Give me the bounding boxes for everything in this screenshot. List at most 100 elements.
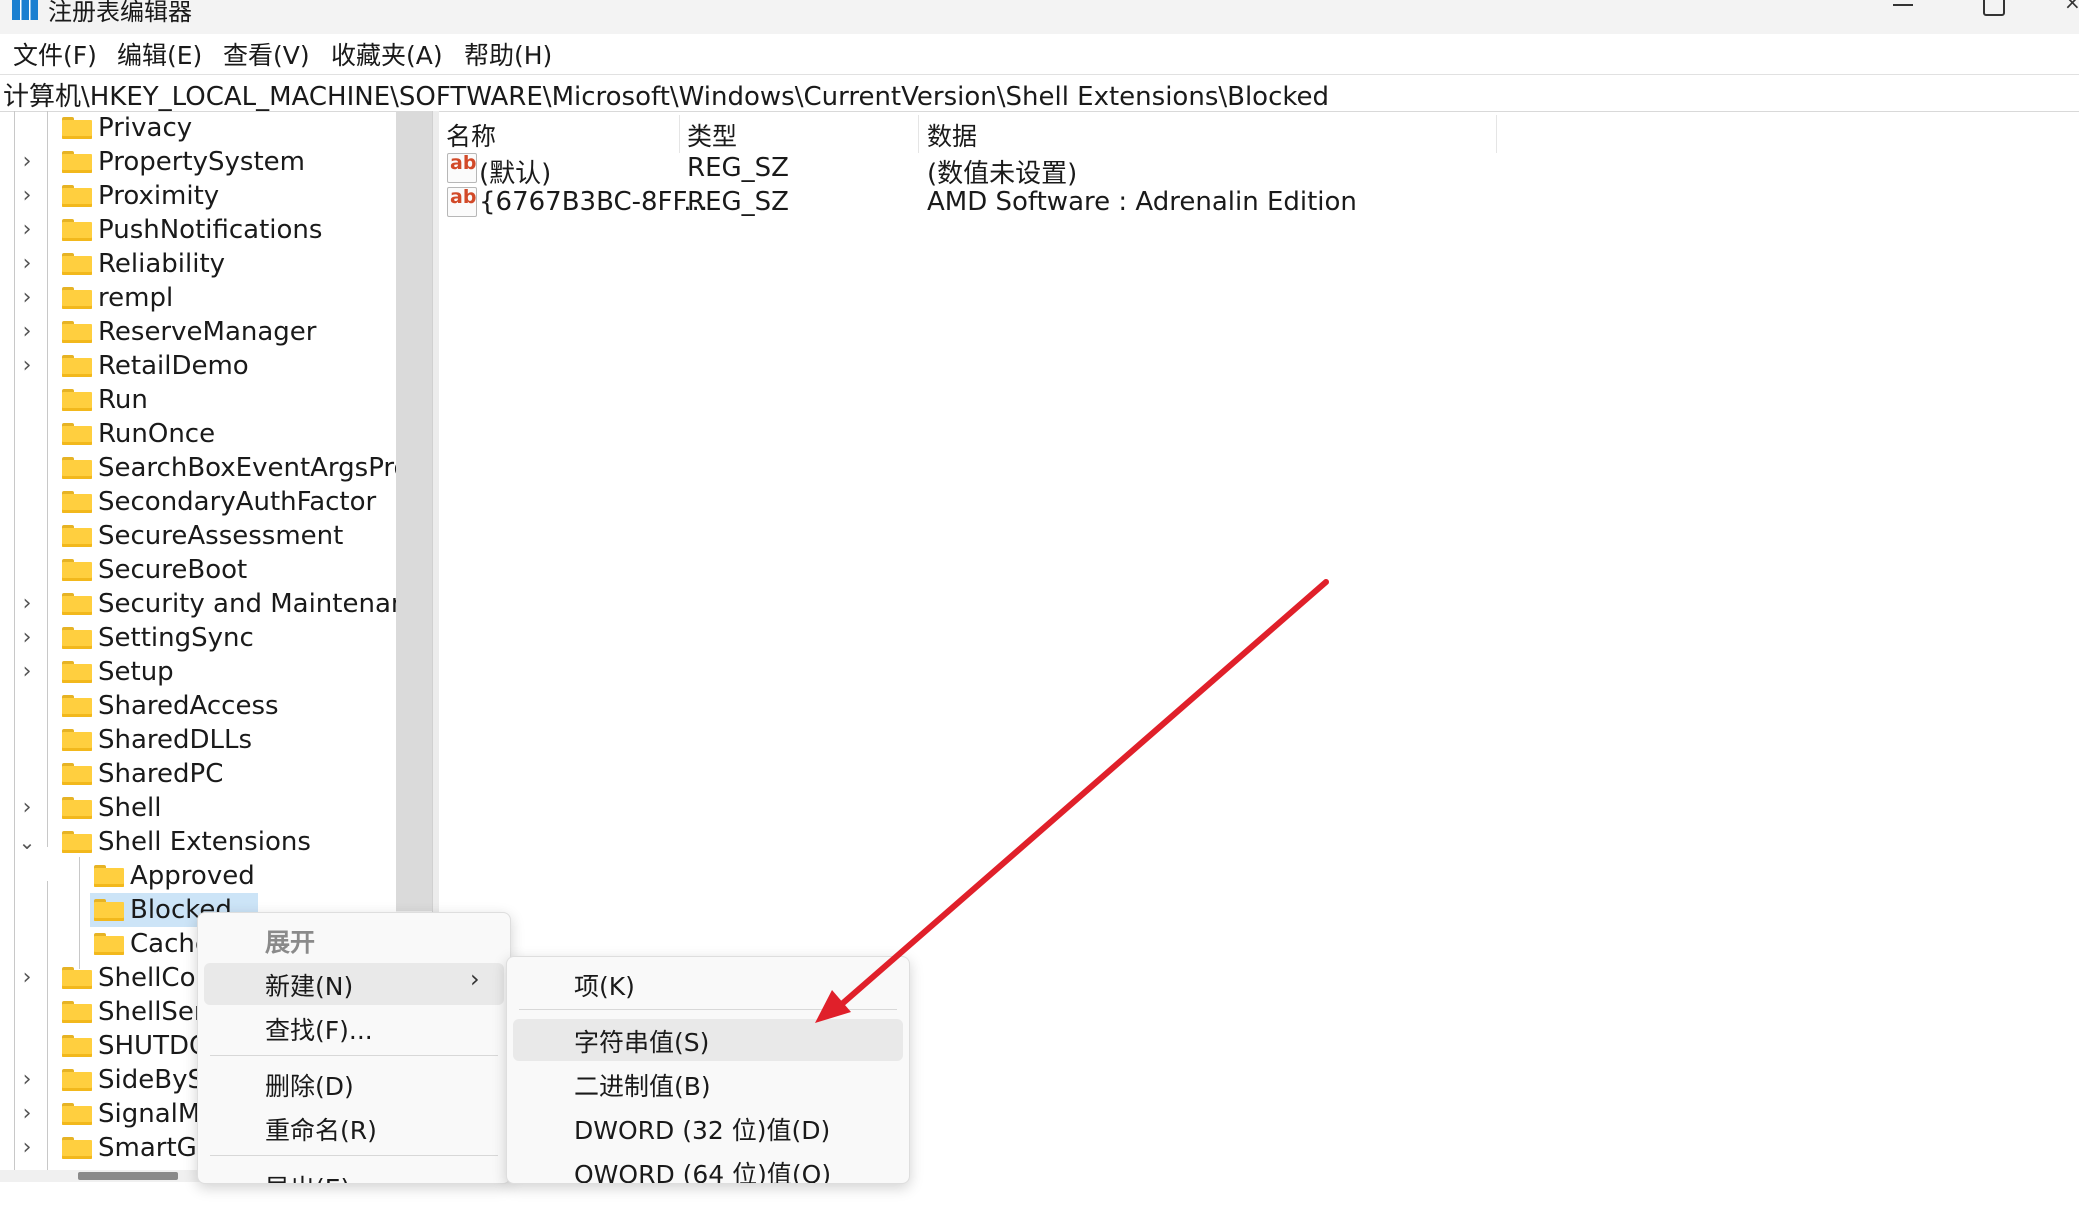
tree-item-label: Reliability (98, 249, 226, 279)
expand-chevron-icon[interactable]: › (14, 315, 40, 349)
expand-chevron-icon[interactable]: › (14, 145, 40, 179)
context-item-rename[interactable]: 重命名(R) (198, 1107, 510, 1149)
minimize-button[interactable] (1893, 0, 1915, 18)
expand-chevron-icon[interactable]: › (14, 281, 40, 315)
folder-icon (62, 559, 92, 581)
column-separator[interactable] (918, 115, 919, 153)
tree-item-label: ShellCon (98, 963, 212, 993)
folder-icon (62, 321, 92, 343)
tree-item-settingsync[interactable]: › SettingSync (23, 621, 432, 655)
expand-chevron-icon[interactable]: › (14, 1097, 40, 1131)
column-header-type[interactable]: 类型 (687, 117, 737, 153)
tree-item-label: SHUTDC (98, 1031, 208, 1061)
expand-chevron-icon[interactable]: › (14, 587, 40, 621)
tree-item-security-and-maintenance[interactable]: › Security and Maintenance (23, 587, 432, 621)
collapse-chevron-icon[interactable]: ⌄ (14, 825, 40, 859)
scrollbar-thumb[interactable] (396, 111, 432, 911)
tree-item-shareddlls[interactable]: SharedDLLs (32, 723, 432, 757)
submenu-item-key[interactable]: 项(K) (507, 963, 909, 1005)
expand-chevron-icon[interactable]: › (14, 655, 40, 689)
tree-item-label: RetailDemo (98, 351, 249, 381)
submenu-item-qword-value[interactable]: QWORD (64 位)值(Q) (507, 1151, 909, 1183)
context-item-delete[interactable]: 删除(D) (198, 1063, 510, 1105)
tree-item-runonce[interactable]: RunOnce (32, 417, 432, 451)
tree-item-secureassessment[interactable]: SecureAssessment (32, 519, 432, 553)
submenu-item-dword-value[interactable]: DWORD (32 位)值(D) (507, 1107, 909, 1149)
expand-chevron-icon[interactable]: › (14, 961, 40, 995)
tree-item-setup[interactable]: › Setup (23, 655, 432, 689)
menu-edit[interactable]: 编辑(E) (117, 36, 202, 72)
tree-item-run[interactable]: Run (32, 383, 432, 417)
expand-chevron-icon[interactable]: › (14, 1063, 40, 1097)
context-item-export[interactable]: 导出(E) (198, 1165, 510, 1183)
tree-item-label: RunOnce (98, 419, 216, 449)
tree-item-rempl[interactable]: › rempl (23, 281, 432, 315)
folder-icon (62, 525, 92, 547)
menu-separator (210, 1155, 498, 1156)
string-value-icon: ab (447, 186, 477, 217)
close-button[interactable]: × (2064, 0, 2079, 14)
menu-help[interactable]: 帮助(H) (464, 36, 552, 72)
folder-icon (62, 389, 92, 411)
tree-item-pushnotifications[interactable]: › PushNotifications (23, 213, 432, 247)
tree-item-shell-extensions[interactable]: ⌄ Shell Extensions (19, 825, 432, 859)
maximize-button[interactable] (1983, 0, 2005, 16)
context-menu: 展开 新建(N) › 查找(F)... 删除(D) 重命名(R) 导出(E) (197, 912, 511, 1184)
registry-editor-icon (12, 0, 38, 20)
tree-item-proximity[interactable]: › Proximity (23, 179, 432, 213)
tree-item-reservemanager[interactable]: › ReserveManager (23, 315, 432, 349)
tree-item-secureboot[interactable]: SecureBoot (32, 553, 432, 587)
column-header-name[interactable]: 名称 (446, 117, 496, 153)
submenu-item-binary-value[interactable]: 二进制值(B) (507, 1063, 909, 1105)
tree-item-sharedpc[interactable]: SharedPC (32, 757, 432, 791)
expand-chevron-icon[interactable]: › (14, 179, 40, 213)
folder-icon (62, 695, 92, 717)
menu-separator (519, 1009, 897, 1010)
menu-file[interactable]: 文件(F) (13, 36, 97, 72)
expand-chevron-icon[interactable]: › (14, 1131, 40, 1165)
column-separator[interactable] (679, 115, 680, 153)
expand-chevron-icon[interactable]: › (14, 247, 40, 281)
expand-chevron-icon[interactable]: › (14, 349, 40, 383)
address-bar[interactable]: 计算机\HKEY_LOCAL_MACHINE\SOFTWARE\Microsof… (0, 74, 2079, 112)
value-data: AMD Software : Adrenalin Edition (927, 187, 1357, 217)
folder-icon (62, 763, 92, 785)
tree-item-approved[interactable]: Approved (64, 859, 432, 893)
tree-item-label: SearchBoxEventArgsProvi (98, 453, 432, 483)
context-item-expand[interactable]: 展开 (198, 919, 510, 961)
tree-item-reliability[interactable]: › Reliability (23, 247, 432, 281)
context-item-find[interactable]: 查找(F)... (198, 1007, 510, 1049)
folder-icon (62, 355, 92, 377)
folder-icon (62, 797, 92, 819)
value-name: (默认) (479, 159, 552, 189)
menu-favorites[interactable]: 收藏夹(A) (331, 36, 443, 72)
tree-item-searchboxeventargsprovi[interactable]: SearchBoxEventArgsProvi (32, 451, 432, 485)
folder-icon (62, 117, 92, 139)
tree-item-sharedaccess[interactable]: SharedAccess (32, 689, 432, 723)
tree-item-label: ReserveManager (98, 317, 317, 347)
tree-item-retaildemo[interactable]: › RetailDemo (23, 349, 432, 383)
expand-chevron-icon[interactable]: › (14, 213, 40, 247)
tree-item-propertysystem[interactable]: › PropertySystem (23, 145, 432, 179)
expand-chevron-icon[interactable]: › (14, 621, 40, 655)
expand-chevron-icon[interactable]: › (14, 791, 40, 825)
tree-item-privacy[interactable]: Privacy (32, 111, 432, 145)
tree-item-secondaryauthfactor[interactable]: SecondaryAuthFactor (32, 485, 432, 519)
context-item-new[interactable]: 新建(N) › (204, 963, 504, 1005)
menu-view[interactable]: 查看(V) (223, 36, 310, 72)
column-separator[interactable] (1496, 115, 1497, 153)
folder-icon (62, 627, 92, 649)
tree-item-shell[interactable]: › Shell (23, 791, 432, 825)
folder-icon (62, 287, 92, 309)
submenu-item-string-value[interactable]: 字符串值(S) (513, 1019, 903, 1061)
scrollbar-thumb[interactable] (78, 1172, 178, 1180)
column-header-data[interactable]: 数据 (927, 117, 977, 153)
address-path[interactable]: 计算机\HKEY_LOCAL_MACHINE\SOFTWARE\Microsof… (3, 76, 1329, 113)
